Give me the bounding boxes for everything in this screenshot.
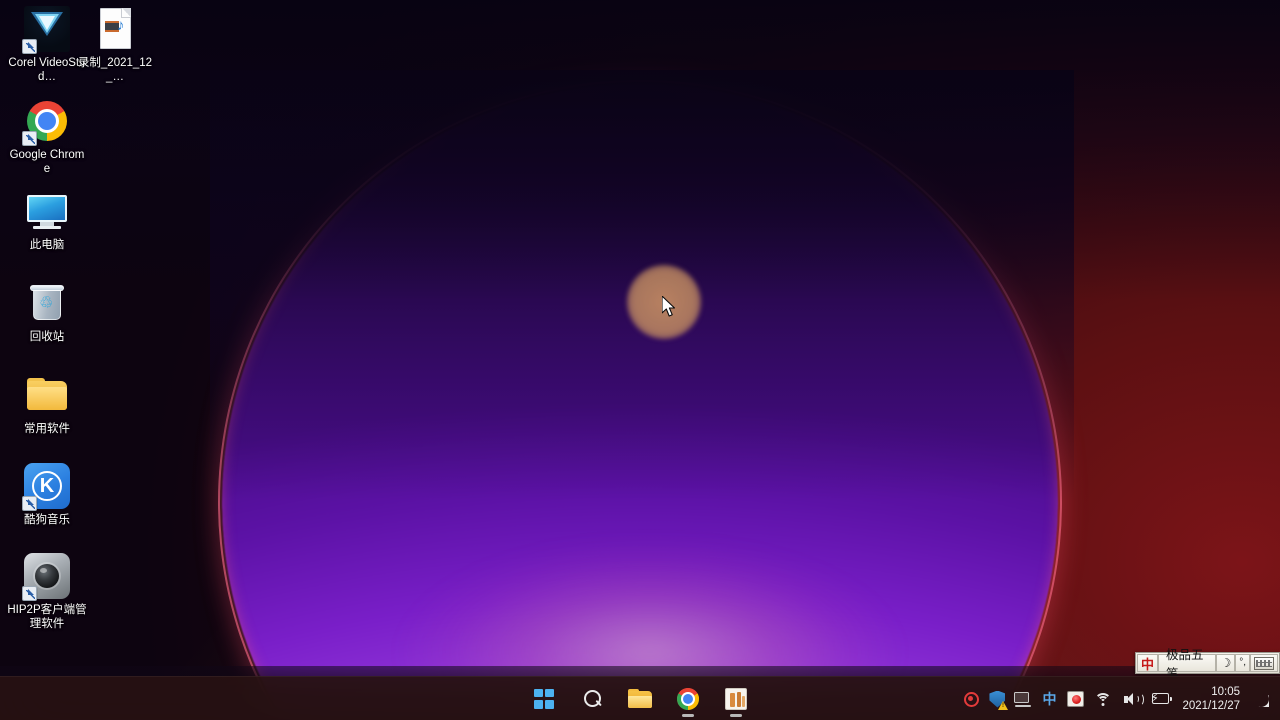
windows-logo-icon xyxy=(534,688,554,709)
taskbar: 中 ⚡ 10:05 2021/12/27 xyxy=(0,676,1280,720)
file-explorer-button[interactable] xyxy=(620,679,660,719)
record-ring-icon xyxy=(963,691,979,707)
camera-tray-icon[interactable] xyxy=(1062,681,1088,717)
ime-chinese-icon: 中 xyxy=(1042,691,1057,707)
ime-tray-icon[interactable]: 中 xyxy=(1036,681,1062,717)
desktop-icon-kugou-music[interactable]: K 酷狗音乐 xyxy=(8,463,86,527)
photo-app-icon xyxy=(725,687,747,710)
running-indicator xyxy=(730,713,742,717)
shortcut-overlay-icon xyxy=(22,131,37,146)
desktop-icon-label: HIP2P客户端管理软件 xyxy=(7,604,87,630)
clock-date: 2021/12/27 xyxy=(1182,700,1240,712)
moon-icon xyxy=(1253,691,1269,707)
battery-tray-icon[interactable]: ⚡ xyxy=(1146,681,1176,717)
shield-warning-icon xyxy=(989,690,1009,710)
search-icon xyxy=(582,689,602,709)
desktop-icon-label: 回收站 xyxy=(29,331,65,343)
wallpaper-top-vignette xyxy=(0,0,1280,300)
folder-icon xyxy=(24,372,70,418)
running-indicator xyxy=(682,713,694,717)
desktop-icon-label: 酷狗音乐 xyxy=(24,514,70,526)
notifications-button[interactable] xyxy=(1248,681,1274,717)
chrome-icon xyxy=(22,98,70,146)
monitor-icon xyxy=(24,188,70,234)
clock-time: 10:05 xyxy=(1211,686,1240,698)
screen-recorder-tray-icon[interactable] xyxy=(958,681,984,717)
ime-moon-button[interactable]: ☽ xyxy=(1216,654,1236,672)
desktop-icon-recycle-bin[interactable]: ♲ 回收站 xyxy=(8,280,86,344)
corel-v-icon xyxy=(22,6,70,54)
shortcut-overlay-icon xyxy=(22,586,37,601)
desktop-icon-label: 录制_2021_12_… xyxy=(77,57,153,83)
desktop-icon-recording-file[interactable]: ♪ 录制_2021_12_… xyxy=(76,6,154,84)
chrome-button[interactable] xyxy=(668,679,708,719)
corel-button[interactable] xyxy=(716,679,756,719)
monitor-icon xyxy=(1014,691,1032,707)
desktop-icon-label: Corel VideoStud… xyxy=(8,57,86,83)
start-button[interactable] xyxy=(524,679,564,719)
windows-security-tray-icon[interactable] xyxy=(984,681,1010,717)
desktop-icon-corel-videostudio[interactable]: Corel VideoStud… xyxy=(8,6,86,84)
desktop-icon-google-chrome[interactable]: Google Chrome xyxy=(8,98,86,176)
ime-floating-bar[interactable]: 中 极品五笔 ☽ °, xyxy=(1135,648,1280,681)
remote-display-tray-icon[interactable] xyxy=(1010,681,1036,717)
desktop-icon-label: 此电脑 xyxy=(29,239,65,251)
ime-method-name-button[interactable]: 极品五笔 xyxy=(1158,648,1217,681)
wifi-tray-icon[interactable] xyxy=(1088,681,1118,717)
volume-tray-icon[interactable] xyxy=(1118,681,1146,717)
ime-mode-button[interactable]: 中 xyxy=(1137,654,1159,672)
system-tray: 中 ⚡ 10:05 2021/12/27 xyxy=(958,677,1280,720)
speaker-icon xyxy=(1123,692,1145,707)
ime-keyboard-button[interactable] xyxy=(1250,654,1278,672)
chrome-icon xyxy=(677,687,699,710)
ime-punctuation-button[interactable]: °, xyxy=(1235,654,1250,672)
camera-red-icon xyxy=(1066,691,1084,707)
taskbar-clock[interactable]: 10:05 2021/12/27 xyxy=(1176,685,1248,713)
keyboard-icon xyxy=(1254,656,1274,670)
shortcut-overlay-icon xyxy=(22,496,37,511)
desktop-icon-grid: Corel VideoStud… ♪ 录制_2021_12_… Google C… xyxy=(0,0,160,660)
kugou-k-icon: K xyxy=(22,463,70,511)
desktop-wallpaper[interactable] xyxy=(0,0,1280,720)
wifi-icon xyxy=(1094,692,1112,706)
battery-charging-icon: ⚡ xyxy=(1150,692,1173,705)
video-file-icon: ♪ xyxy=(92,6,138,52)
search-button[interactable] xyxy=(572,679,612,719)
shortcut-overlay-icon xyxy=(22,39,37,54)
recycle-bin-icon: ♲ xyxy=(24,280,70,326)
camera-icon xyxy=(22,553,70,601)
folder-icon xyxy=(628,688,652,709)
desktop-icon-common-software[interactable]: 常用软件 xyxy=(8,372,86,436)
desktop-icon-this-pc[interactable]: 此电脑 xyxy=(8,188,86,252)
desktop-icon-label: 常用软件 xyxy=(24,423,70,435)
desktop-icon-hip2p-client[interactable]: HIP2P客户端管理软件 xyxy=(2,553,92,631)
desktop-icon-label: Google Chrome xyxy=(9,149,85,175)
